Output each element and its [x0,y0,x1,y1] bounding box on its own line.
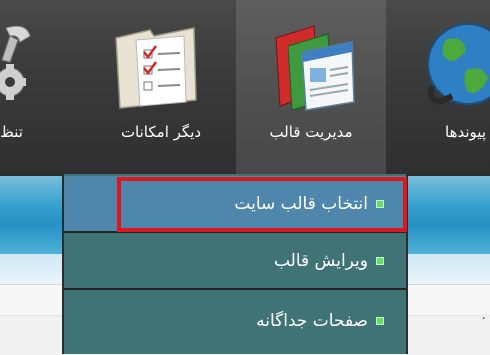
toolbar-item-settings[interactable]: تنظ [0,0,44,176]
toolbar-label-settings: تنظ [0,123,23,141]
toolbar-item-template-management[interactable]: مدیریت قالب [236,0,386,176]
menu-item-edit-template[interactable]: ویرایش قالب [64,233,406,290]
toolbar-label-more-features: دیگر امکانات [120,123,202,141]
menu-item-label: ویرایش قالب [273,250,368,271]
top-toolbar: تنظ دیگر امکانات مدیریت قالب پیوندها [0,0,490,176]
trailing-text: . [481,307,486,323]
folder-checklist-icon [115,27,197,109]
template-dropdown-menu: انتخاب قالب سایت ویرایش قالب صفحات جداگا… [62,174,408,354]
menu-item-separate-pages[interactable]: صفحات جداگانه [64,292,406,349]
bullet-icon [376,199,384,208]
toolbar-label-template-management: مدیریت قالب [269,123,353,141]
template-pages-icon [275,25,355,111]
menu-item-label: انتخاب قالب سایت [234,193,368,214]
bullet-icon [376,256,384,265]
settings-gear-wrench-icon [0,25,31,100]
menu-item-select-site-template[interactable]: انتخاب قالب سایت [64,176,406,233]
toolbar-item-more-features[interactable]: دیگر امکانات [86,0,236,176]
toolbar-item-links[interactable]: پیوندها [396,0,490,176]
globe-link-icon [427,23,490,106]
menu-item-label: صفحات جداگانه [256,310,368,331]
toolbar-label-links: پیوندها [445,123,486,141]
bullet-icon [376,316,384,325]
